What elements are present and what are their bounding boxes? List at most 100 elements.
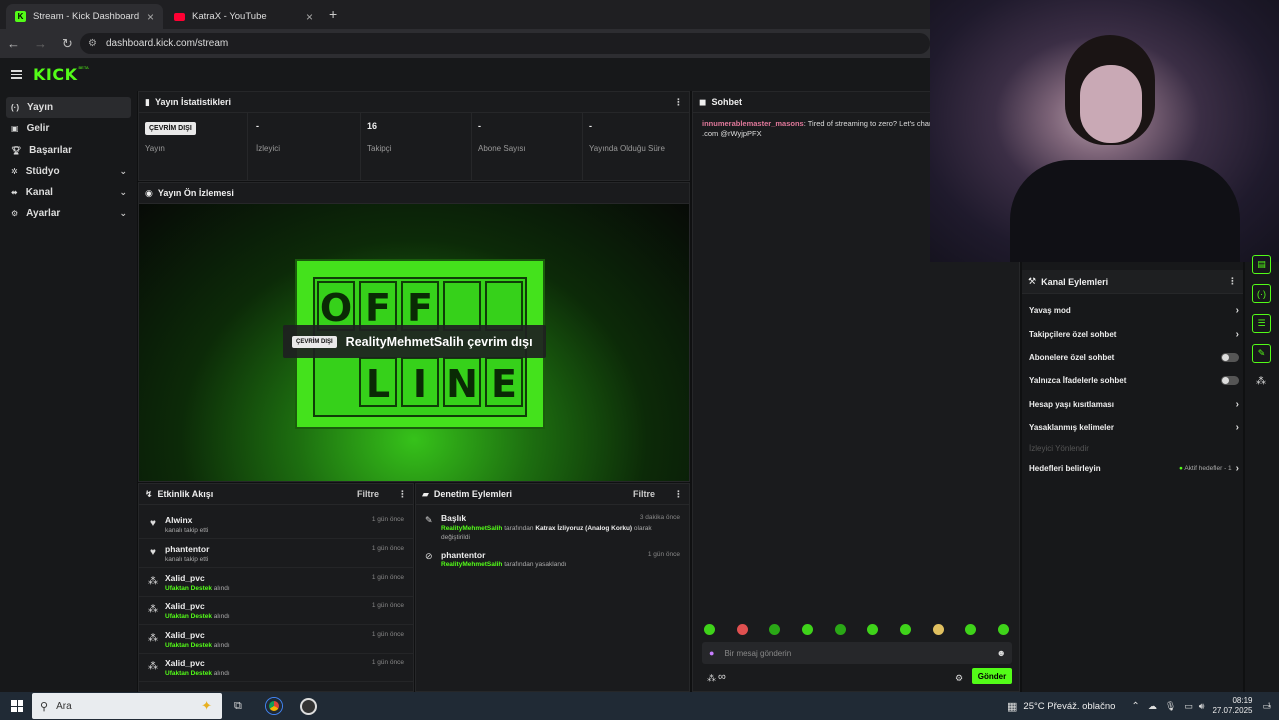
microphone-icon[interactable]: ● — [709, 648, 714, 658]
emote-icon[interactable] — [867, 624, 878, 635]
activity-row: ♥ phantentor kanalı takip etti 1 gün önc… — [139, 540, 413, 568]
weather-icon: ▦ — [1007, 700, 1018, 713]
sidebar-item-ayarlar[interactable]: ⚙ Ayarlar ⌄ — [6, 203, 131, 224]
more-options-icon[interactable]: ⋮ — [674, 489, 683, 500]
tray-wifi-icon[interactable]: ▭ — [1184, 701, 1193, 712]
broom-icon: ⚒ — [1028, 276, 1037, 286]
points-icon[interactable]: ⁂ — [707, 673, 716, 684]
redirect-section-label: İzleyici Yönlendir — [1029, 443, 1089, 453]
back-arrow-icon[interactable]: ← — [0, 36, 27, 51]
panel-header: ▰ Denetim Eylemleri Filtre ⋮ — [416, 484, 689, 505]
taskbar-clock[interactable]: 08:19 27.07.2025 — [1212, 696, 1252, 716]
heart-icon: ♥ — [150, 547, 156, 558]
emote-icon[interactable] — [998, 624, 1009, 635]
emote-icon[interactable] — [933, 624, 944, 635]
sidebar-item-gelir[interactable]: ▣ Gelir — [6, 118, 131, 139]
title-edit-icon: ✎ — [425, 515, 433, 525]
close-icon[interactable]: × — [306, 10, 313, 24]
emote-icon[interactable] — [802, 624, 813, 635]
hamburger-menu-icon[interactable] — [11, 68, 22, 81]
account-age-row[interactable]: Hesap yaşı kısıtlaması › — [1029, 394, 1239, 414]
forward-arrow-icon[interactable]: → — [27, 36, 54, 51]
emote-icon[interactable] — [704, 624, 715, 635]
url-field[interactable]: ⚙ dashboard.kick.com/stream — [80, 33, 930, 54]
banned-words-row[interactable]: Yasaklanmış kelimeler › — [1029, 417, 1239, 437]
tray-chevron-up-icon[interactable]: ⌃ — [1131, 701, 1139, 712]
sidebar-item-yayin[interactable]: (·) Yayın — [6, 97, 131, 118]
filter-button[interactable]: Filtre — [357, 489, 379, 499]
chat-settings-gear-icon[interactable]: ⚙ — [955, 673, 963, 684]
more-options-icon[interactable]: ⋮ — [1228, 276, 1237, 287]
emoji-icon[interactable]: ☻ — [997, 648, 1006, 658]
moderation-row: ✎ Başlık 3 dakika önce RealityMehmetSali… — [425, 513, 680, 541]
emote-icon[interactable] — [737, 624, 748, 635]
tab-title: KatraX - YouTube — [192, 11, 267, 22]
new-tab-button[interactable]: + — [329, 6, 337, 22]
emote-icon[interactable] — [900, 624, 911, 635]
panel-header: ↯ Etkinlik Akışı Filtre ⋮ — [139, 484, 413, 505]
subscribers-only-toggle[interactable] — [1221, 352, 1239, 362]
slow-mode-row[interactable]: Yavaş mod › — [1029, 300, 1239, 320]
panel-header: ◉ Yayın Ön İzlemesi — [139, 183, 689, 204]
emote-icon[interactable] — [769, 624, 780, 635]
url-text: dashboard.kick.com/stream — [105, 38, 229, 49]
sidebar-item-basarilar[interactable]: 🏆︎ Başarılar — [6, 140, 131, 161]
search-highlight-icon: ✦ — [201, 698, 212, 713]
chat-input[interactable]: ● Bir mesaj gönderin ☻ — [702, 642, 1012, 664]
chrome-taskbar-icon[interactable] — [265, 698, 282, 714]
broadcast-tool-icon[interactable]: (·) — [1252, 284, 1271, 303]
task-view-icon[interactable]: ⧉ — [234, 700, 242, 713]
notification-bell-icon[interactable]: ▭ 1 — [1262, 701, 1271, 712]
list-tool-icon[interactable]: ☰ — [1252, 314, 1271, 333]
offline-message: RealityMehmetSalih çevrim dışı — [345, 334, 533, 349]
send-button[interactable]: Gönder — [972, 668, 1012, 684]
panel-header: ⚒ Kanal Eylemleri ⋮ — [1022, 270, 1243, 294]
followers-only-row[interactable]: Takipçilere özel sohbet › — [1029, 324, 1239, 344]
wrench-tool-icon[interactable]: ✎ — [1252, 344, 1271, 363]
activity-row: ⁂ Xalid_pvc Ufaktan Destek alındı 1 gün … — [139, 569, 413, 597]
offline-preview-image: O F F L I N E ÇEVRİM DIŞI RealityMehmetS… — [139, 204, 689, 481]
emote-icon[interactable] — [835, 624, 846, 635]
stat-subscribers: - Abone Sayısı — [472, 113, 583, 181]
filter-button[interactable]: Filtre — [633, 489, 655, 499]
taskbar-search[interactable]: ⚲ Ara ✦ — [32, 693, 222, 719]
sidebar-item-studyo[interactable]: ✲ Stüdyo ⌄ — [6, 161, 131, 182]
offline-letters-top: O F F — [317, 281, 523, 331]
obs-taskbar-icon[interactable] — [299, 697, 317, 715]
emotes-only-toggle[interactable] — [1221, 375, 1239, 385]
chevron-right-icon: › — [1235, 398, 1239, 410]
tray-volume-icon[interactable]: 🔊︎ — [1199, 701, 1205, 712]
stream-preview-panel: ◉ Yayın Ön İzlemesi O F F L I N E ÇEVRİM… — [138, 182, 690, 482]
tray-microphone-icon[interactable]: 🎙︎ — [1165, 701, 1176, 712]
browser-tab-kick[interactable]: K Stream - Kick Dashboard × — [6, 4, 163, 29]
chat-tool-icon[interactable]: ▤ — [1252, 255, 1271, 274]
site-info-icon[interactable]: ⚙ — [88, 38, 97, 49]
kick-favicon-icon: K — [15, 11, 26, 22]
wallet-icon: ▣ — [11, 124, 19, 134]
browser-tab-youtube[interactable]: KatraX - YouTube × — [165, 4, 322, 29]
goals-row[interactable]: Hedefleri belirleyin ● Aktif hedefler - … — [1029, 458, 1239, 478]
kick-logo[interactable]: KICK BETA — [33, 65, 89, 84]
stream-stats-panel: ▮ Yayın İstatistikleri ⋮ ÇEVRİM DIŞI Yay… — [138, 91, 690, 181]
person-face — [1080, 65, 1142, 143]
chat-message: innumerablemaster_masons: Tired of strea… — [702, 119, 938, 138]
moderation-row: ⊘ phantentor 1 gün önce RealityMehmetSal… — [425, 550, 680, 568]
windows-start-icon[interactable] — [11, 700, 23, 712]
activity-icon: ↯ — [145, 488, 153, 499]
close-icon[interactable]: × — [147, 10, 154, 24]
sidebar-item-kanal[interactable]: ⬌ Kanal ⌄ — [6, 182, 131, 203]
emote-icon[interactable] — [965, 624, 976, 635]
search-icon: ⚲ — [40, 700, 49, 713]
chevron-right-icon: › — [1235, 328, 1239, 340]
tray-network-icon[interactable]: ☁ — [1148, 701, 1157, 712]
chevron-right-icon: › — [1235, 304, 1239, 316]
more-options-icon[interactable]: ⋮ — [674, 97, 683, 108]
more-options-icon[interactable]: ⋮ — [398, 489, 407, 500]
chevron-right-icon: › — [1235, 462, 1239, 474]
reload-icon[interactable]: ↻ — [54, 36, 81, 52]
webcam-overlay — [930, 0, 1279, 262]
rewards-icon[interactable]: ⁂ — [1256, 376, 1266, 387]
emotes-only-row: Yalnızca İfadelerle sohbet — [1029, 370, 1239, 390]
tab-title: Stream - Kick Dashboard — [33, 11, 140, 22]
channel-icon: ⬌ — [11, 188, 18, 198]
